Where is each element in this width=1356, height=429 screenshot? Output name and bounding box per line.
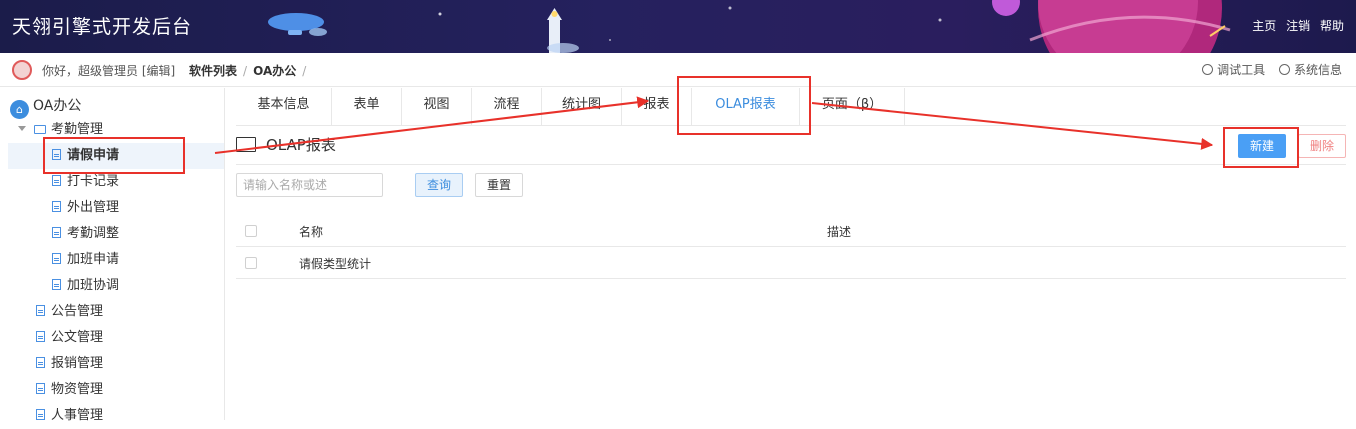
arrow-to-olap-tab [214, 96, 650, 154]
arrow-to-new-button [811, 102, 1214, 150]
annotation-arrows [214, 96, 1214, 154]
